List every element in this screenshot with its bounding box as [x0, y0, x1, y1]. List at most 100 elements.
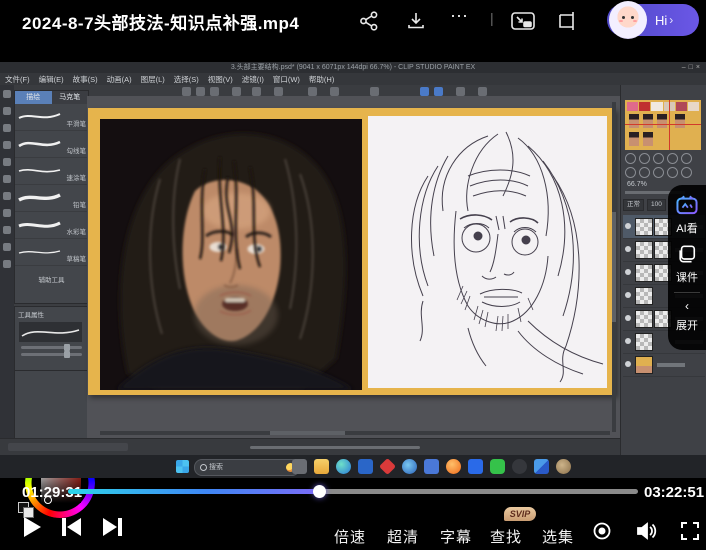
menu-select: 选择(S): [174, 74, 199, 85]
menu-edit: 编辑(E): [39, 74, 64, 85]
more-icon[interactable]: ⋯: [450, 6, 470, 27]
menu-file: 文件(F): [5, 74, 30, 85]
edge-icon: [336, 459, 351, 474]
reference-photo: [100, 119, 362, 390]
top-bar-divider: |: [490, 10, 494, 26]
app-blue-icon: [424, 459, 439, 474]
quality-button[interactable]: 超清: [387, 526, 419, 547]
status-scroll: [250, 446, 420, 449]
tool-icon: [3, 141, 11, 149]
chevron-right-icon: ›: [669, 13, 673, 27]
video-title: 2024-8-7头部技法-知识点补强.mp4: [22, 9, 299, 34]
tool-icon: [3, 158, 11, 166]
mini-window-icon[interactable]: [557, 10, 579, 32]
active-tool-a-icon: [420, 87, 429, 96]
side-panel-divider: [674, 292, 700, 293]
search-button[interactable]: 查找: [490, 526, 522, 547]
app-dark-icon: [512, 459, 527, 474]
new-file-icon: [182, 87, 191, 96]
save-icon: [210, 87, 219, 96]
stroke-preview: [19, 322, 82, 342]
account-pill[interactable]: Hi ›: [607, 4, 699, 36]
task-view-icon: [292, 459, 307, 474]
csp-subtool-panel: 描绘 马克笔 平滑笔 勾线笔 速涂笔 铅笔 水彩笔 草稿笔 辅助工具: [14, 90, 89, 304]
progress-thumb[interactable]: [313, 485, 326, 498]
settings-tool-icon: [478, 87, 487, 96]
ruler-icon: [330, 87, 339, 96]
menu-story: 故事(S): [73, 74, 98, 85]
fullscreen-icon[interactable]: [680, 521, 700, 541]
expand-button[interactable]: ‹ 展开: [668, 299, 706, 333]
csp-menu-bar: 文件(F) 编辑(E) 故事(S) 动画(A) 图层(L) 选择(S) 视图(V…: [0, 73, 706, 85]
subtool-tab-marker: 马克笔: [52, 91, 89, 104]
next-button[interactable]: [100, 514, 126, 540]
ai-watch-button[interactable]: AI看: [668, 195, 706, 236]
windows-start-icon: [176, 460, 189, 473]
navigator-thumbnail: [625, 100, 701, 150]
video-screen[interactable]: 3.头部主要结构.psd* (9041 x 6071px 144dpi 66.7…: [0, 62, 706, 478]
csp-tool-strip: [0, 85, 14, 455]
undo-icon: [232, 87, 241, 96]
taskbar-search-label: 搜索: [209, 464, 223, 471]
episodes-button[interactable]: 选集: [542, 526, 574, 547]
wechat-icon: [490, 459, 505, 474]
create-subtool-label: 辅助工具: [15, 274, 88, 284]
courseware-label: 课件: [668, 269, 706, 285]
tool-icon: [3, 226, 11, 234]
menu-animation: 动画(A): [107, 74, 132, 85]
menu-filter: 滤镜(I): [242, 74, 264, 85]
share-icon[interactable]: [358, 10, 380, 32]
volume-icon[interactable]: [634, 519, 658, 543]
avatar: [609, 1, 647, 39]
courseware-icon: [677, 244, 697, 264]
tool-icon: [3, 175, 11, 183]
tool-icon: [3, 209, 11, 217]
lineart-sketch: [368, 116, 607, 388]
open-file-icon: [196, 87, 205, 96]
menu-help: 帮助(H): [309, 74, 334, 85]
menu-window: 窗口(W): [273, 74, 300, 85]
speed-button[interactable]: 倍速: [334, 526, 366, 547]
video-player-app: 2024-8-7头部技法-知识点补强.mp4 ⋯ |: [0, 0, 706, 550]
download-icon[interactable]: [405, 10, 427, 32]
layer-opacity-value: 100: [647, 199, 666, 211]
window-controls: –□×: [682, 62, 703, 73]
navigator-zoom-value: 66.7%: [627, 181, 647, 188]
play-button[interactable]: [18, 514, 44, 540]
settings-icon[interactable]: [592, 521, 612, 541]
csp-window-titlebar: 3.头部主要结构.psd* (9041 x 6071px 144dpi 66.7…: [0, 62, 706, 73]
tool-icon: [3, 107, 11, 115]
taskbar-search: 搜索: [194, 459, 300, 476]
ai-watch-label: AI看: [668, 220, 706, 236]
brush-item: 水彩笔: [15, 212, 88, 239]
svip-badge: SVIP: [504, 507, 536, 521]
subtitle-button[interactable]: 字幕: [440, 526, 472, 547]
transform-icon: [308, 87, 317, 96]
layer-blend-select: 正常: [623, 199, 644, 211]
photos-icon: [534, 459, 549, 474]
navigator-crosshair: [669, 100, 670, 150]
courseware-button[interactable]: 课件: [668, 244, 706, 285]
chevron-left-icon: ‹: [668, 299, 706, 313]
brush-item: 平滑笔: [15, 104, 88, 131]
csp-status-bar: [0, 438, 706, 456]
previous-button[interactable]: [58, 514, 84, 540]
deselect-icon: [274, 87, 283, 96]
account-label: Hi: [655, 13, 667, 28]
store-icon: [358, 459, 373, 474]
tool-property-title: 工具属性: [15, 307, 88, 321]
grid-icon: [370, 87, 379, 96]
brush-item: 勾线笔: [15, 131, 88, 158]
windows-taskbar: 搜索: [0, 455, 706, 478]
progress-bar[interactable]: [68, 489, 638, 494]
tool-icon: [3, 124, 11, 132]
app-teal-icon: [402, 459, 417, 474]
opacity-slider: [21, 353, 82, 356]
ai-camera-icon: [676, 195, 698, 215]
picture-in-picture-icon[interactable]: [510, 10, 536, 32]
app-red-icon: [379, 458, 396, 475]
csp-tool-property-panel: 工具属性: [14, 306, 89, 372]
player-side-panel: AI看 课件 ‹ 展开: [668, 185, 706, 350]
layer-row: [623, 353, 705, 377]
app-x-icon: [468, 459, 483, 474]
